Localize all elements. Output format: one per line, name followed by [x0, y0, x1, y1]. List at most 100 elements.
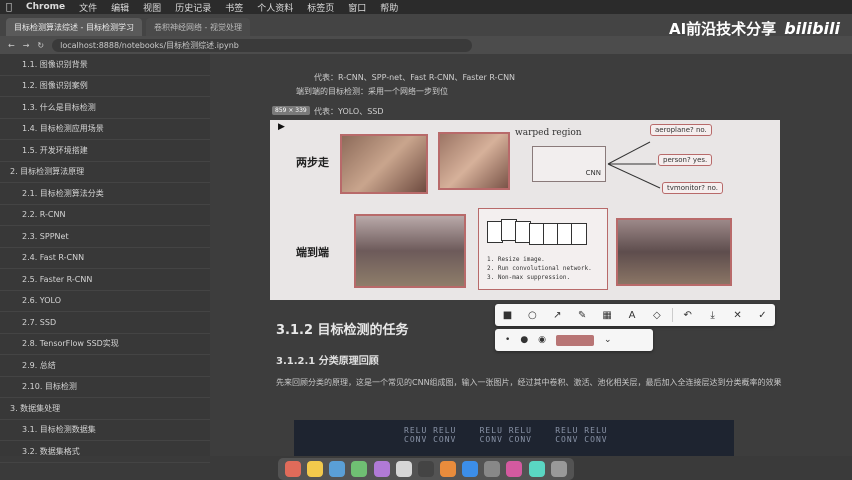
toc-item[interactable]: 2.9. 总结	[0, 355, 210, 377]
dock-app-icon[interactable]	[417, 461, 434, 477]
toc-item[interactable]: 1.4. 目标检测应用场景	[0, 119, 210, 140]
subsection-heading: 3.1.2.1 分类原理回顾	[276, 356, 379, 367]
annotation-toolbar: ■ ○ ↗ ✎ ▦ A ◇ ↶ ⤓ ✕ ✓	[495, 304, 775, 326]
menu-bar:  Chrome 文件 编辑 视图 历史记录 书签 个人资料 标签页 窗口 帮助	[0, 0, 852, 14]
back-icon[interactable]: ←	[8, 41, 15, 50]
cnn-block: CNN	[532, 146, 606, 182]
classifier-arrows	[607, 141, 661, 189]
size-medium-icon[interactable]: ●	[520, 335, 528, 345]
bullet-text: 代表：YOLO、SSD	[314, 107, 384, 116]
menu-item-view[interactable]: 视图	[143, 1, 161, 14]
toc-item[interactable]: 2.6. YOLO	[0, 291, 210, 312]
toc-item[interactable]: 3. 数据集处理	[0, 398, 210, 420]
toc-item[interactable]: 2.2. R-CNN	[0, 205, 210, 226]
menu-item-window[interactable]: 窗口	[348, 1, 366, 14]
dock-app-icon[interactable]	[307, 461, 324, 477]
menu-item-profile[interactable]: 个人资料	[257, 1, 293, 14]
toolbar-divider	[671, 308, 673, 322]
dock-app-icon[interactable]	[285, 461, 302, 477]
tab-active[interactable]: 目标检测算法综述 - 目标检测学习	[6, 18, 142, 36]
conv-layers	[487, 215, 597, 249]
cnn-diagram-dark: RELU RELU RELU RELU RELU RELU CONV CONV …	[294, 420, 734, 456]
step-1: 1. Resize image.	[487, 256, 545, 263]
cancel-icon[interactable]: ✕	[728, 306, 748, 324]
bilibili-logo: bilibili	[784, 19, 840, 38]
toc-item[interactable]: 1.1. 图像识别背景	[0, 54, 210, 76]
dock-app-icon[interactable]	[462, 461, 479, 477]
menu-app-name[interactable]: Chrome	[26, 2, 65, 12]
input-image	[340, 134, 428, 194]
ellipse-tool-icon[interactable]: ○	[522, 306, 542, 324]
undo-icon[interactable]: ↶	[678, 306, 698, 324]
chevron-down-icon[interactable]: ⌄	[604, 335, 612, 345]
mosaic-tool-icon[interactable]: ▦	[597, 306, 617, 324]
toc-item[interactable]: 2.5. Faster R-CNN	[0, 269, 210, 291]
pipeline-steps: 1. Resize image. 2. Run convolutional ne…	[487, 255, 592, 282]
eraser-tool-icon[interactable]: ◇	[647, 306, 667, 324]
dock-app-icon[interactable]	[506, 461, 523, 477]
text-tool-icon[interactable]: A	[622, 306, 642, 324]
download-icon[interactable]: ⤓	[703, 306, 723, 324]
end-to-end-label: 端到端	[296, 246, 329, 259]
notebook-content: 代表：R-CNN、SPP-net、Fast R-CNN、Faster R-CNN…	[210, 54, 852, 456]
cnn-label: CNN	[585, 169, 601, 177]
menu-item-help[interactable]: 帮助	[380, 1, 398, 14]
apple-icon[interactable]: 	[6, 2, 12, 13]
yolo-pipeline-box: 1. Resize image. 2. Run convolutional ne…	[478, 208, 608, 290]
toc-item[interactable]: 1.3. 什么是目标检测	[0, 97, 210, 119]
annotation-subtoolbar: • ● ◉ ⌄	[495, 329, 653, 351]
paragraph-text: 先来回顾分类的原理，这是一个常见的CNN组成图，输入一张图片，经过其中卷积、激活…	[276, 378, 782, 387]
toc-item[interactable]: 2.10. 目标检测	[0, 377, 210, 398]
two-step-label: 两步走	[296, 156, 329, 169]
rectangle-tool-icon[interactable]: ■	[497, 306, 517, 324]
dock-app-icon[interactable]	[395, 461, 412, 477]
selection-size-badge: 859 × 339	[272, 106, 310, 115]
arrow-tool-icon[interactable]: ↗	[547, 306, 567, 324]
menu-item-history[interactable]: 历史记录	[175, 1, 211, 14]
tab-inactive[interactable]: 卷积神经网络 - 视觉处理	[145, 18, 250, 36]
cursor-icon: ▶	[278, 122, 285, 132]
pen-tool-icon[interactable]: ✎	[572, 306, 592, 324]
end-to-end-input-image	[354, 214, 466, 288]
dock-app-icon[interactable]	[329, 461, 346, 477]
forward-icon[interactable]: →	[23, 41, 30, 50]
reload-icon[interactable]: ↻	[37, 41, 44, 50]
step-3: 3. Non-max suppression.	[487, 274, 571, 281]
class-tvmonitor: tvmonitor? no.	[662, 182, 724, 194]
toc-item[interactable]: 2. 目标检测算法原理	[0, 162, 210, 183]
toc-item[interactable]: 3.1. 目标检测数据集	[0, 420, 210, 441]
toc-item[interactable]: 1.5. 开发环境搭建	[0, 140, 210, 162]
warped-region-label: warped region	[515, 128, 582, 138]
toc-item[interactable]: 2.8. TensorFlow SSD实现	[0, 334, 210, 355]
toc-item[interactable]: 3.2. 数据集格式	[0, 441, 210, 463]
brand-text: AI前沿技术分享	[668, 20, 777, 38]
region-proposal-image	[438, 132, 510, 190]
confirm-icon[interactable]: ✓	[752, 306, 772, 324]
dock-app-icon[interactable]	[351, 461, 368, 477]
size-small-icon[interactable]: •	[505, 335, 510, 345]
dock-app-icon[interactable]	[550, 461, 567, 477]
dock-app-icon[interactable]	[373, 461, 390, 477]
dock-app-icon[interactable]	[484, 461, 501, 477]
detection-output-image	[616, 218, 732, 286]
menu-item-bookmarks[interactable]: 书签	[225, 1, 243, 14]
bullet-text: 端到端的目标检测：采用一个网络一步到位	[296, 87, 448, 96]
detection-figure[interactable]: 两步走 端到端 warped region CNN aeroplane? no.…	[270, 120, 780, 300]
menu-item-file[interactable]: 文件	[79, 1, 97, 14]
toc-item[interactable]: 2.1. 目标检测算法分类	[0, 183, 210, 205]
bullet-text: 代表：R-CNN、SPP-net、Fast R-CNN、Faster R-CNN	[314, 73, 516, 82]
menu-item-edit[interactable]: 编辑	[111, 1, 129, 14]
toc-item[interactable]: 1.2. 图像识别案例	[0, 76, 210, 97]
color-swatch[interactable]	[556, 334, 595, 346]
section-heading: 3.1.2 目标检测的任务	[276, 323, 409, 338]
toc-item[interactable]: 2.7. SSD	[0, 312, 210, 334]
url-input[interactable]: localhost:8888/notebooks/目标检测综述.ipynb	[52, 38, 473, 52]
dock-app-icon[interactable]	[528, 461, 545, 477]
toc-item[interactable]: 2.4. Fast R-CNN	[0, 248, 210, 269]
dock-app-icon[interactable]	[440, 461, 457, 477]
step-2: 2. Run convolutional network.	[487, 265, 592, 272]
toc-item[interactable]: 2.3. SPPNet	[0, 226, 210, 248]
menu-item-tabs[interactable]: 标签页	[307, 1, 334, 14]
size-large-icon[interactable]: ◉	[538, 335, 546, 345]
dock	[278, 458, 574, 480]
